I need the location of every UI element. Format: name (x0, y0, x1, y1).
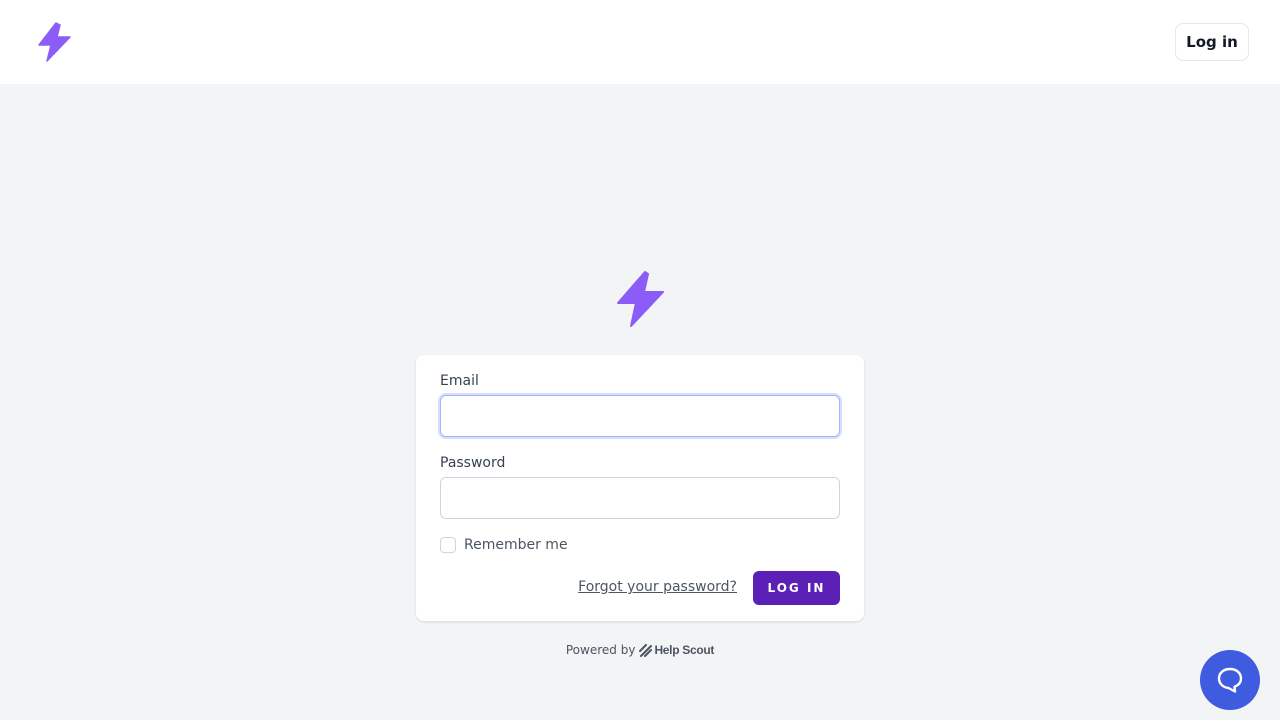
help-scout-icon (639, 643, 653, 657)
lightning-bolt-icon[interactable] (36, 22, 72, 62)
remember-label: Remember me (464, 537, 568, 553)
help-scout-brand: Help Scout (654, 643, 715, 657)
password-field[interactable] (440, 477, 840, 519)
password-label: Password (440, 455, 506, 471)
email-label: Email (440, 373, 479, 389)
powered-by: Powered by Help Scout (0, 643, 1280, 657)
login-submit-button[interactable]: LOG IN (753, 571, 840, 605)
login-card: Email Password Remember me Forgot your p… (416, 355, 864, 621)
help-scout-logo[interactable]: Help Scout (639, 643, 714, 657)
help-widget-button[interactable] (1200, 650, 1260, 710)
chat-bubble-icon (1217, 667, 1243, 693)
remember-me[interactable]: Remember me (440, 537, 568, 553)
login-button[interactable]: Log in (1175, 23, 1249, 61)
remember-checkbox[interactable] (440, 537, 456, 553)
lightning-bolt-icon (614, 270, 666, 328)
email-field[interactable] (440, 395, 840, 437)
forgot-password-link[interactable]: Forgot your password? (578, 579, 737, 595)
top-bar: Log in (0, 0, 1280, 84)
powered-by-text: Powered by (565, 643, 636, 657)
